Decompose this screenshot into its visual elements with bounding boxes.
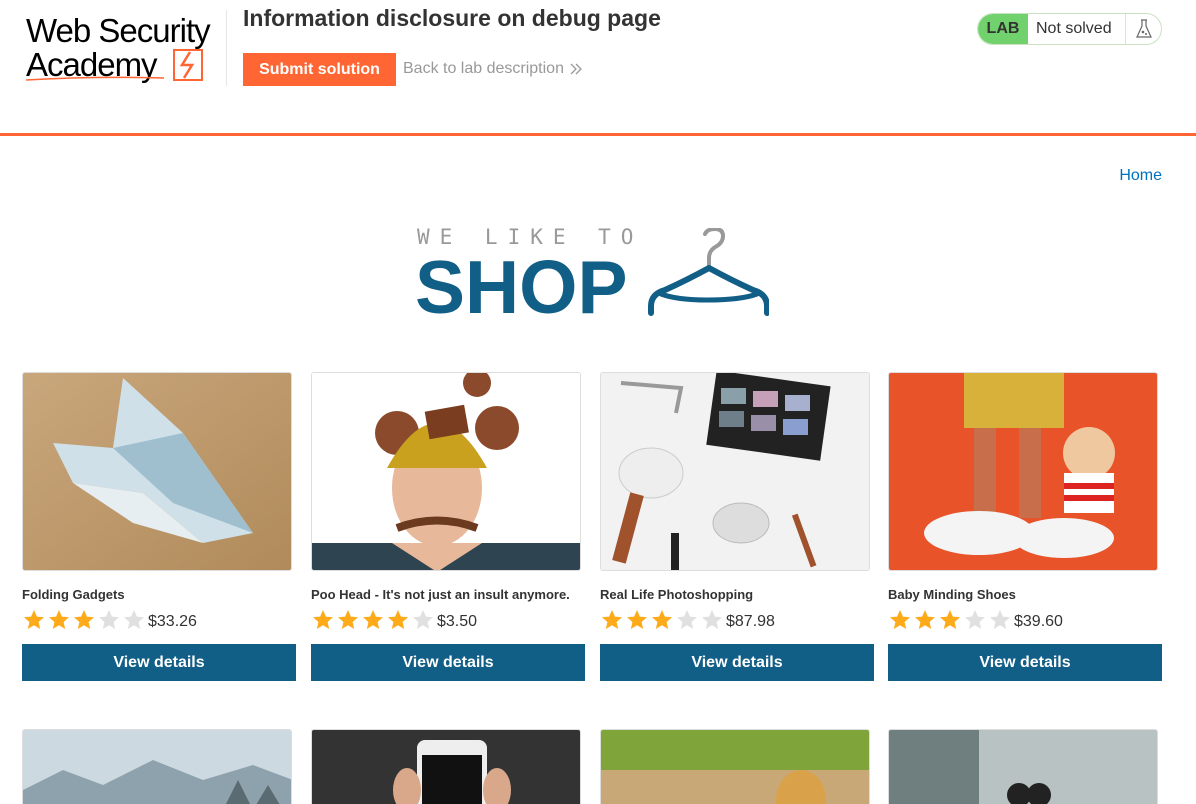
- flask-icon: [1125, 14, 1161, 44]
- lab-status-text: Not solved: [1036, 20, 1112, 37]
- view-details-button[interactable]: View details: [22, 644, 296, 681]
- product-name: Poo Head - It's not just an insult anymo…: [311, 587, 570, 602]
- product-card: Baby Minding Shoes $39.60 View details: [888, 372, 1162, 681]
- product-name: Baby Minding Shoes: [888, 587, 1016, 602]
- lab-badge: LAB: [978, 14, 1028, 44]
- product-name: Real Life Photoshopping: [600, 587, 754, 602]
- back-to-lab-description-link[interactable]: Back to lab description: [403, 60, 583, 78]
- star-filled-icon: [602, 610, 622, 629]
- star-rating: [22, 608, 146, 632]
- star-filled-icon: [915, 610, 935, 629]
- star-rating: [311, 608, 435, 632]
- star-empty-icon: [965, 610, 985, 629]
- product-price: $39.60: [1014, 613, 1063, 630]
- star-filled-icon: [313, 610, 333, 629]
- star-filled-icon: [74, 610, 94, 629]
- submit-solution-button[interactable]: Submit solution: [243, 53, 396, 86]
- product-image[interactable]: [311, 372, 581, 571]
- product-image[interactable]: [888, 372, 1158, 571]
- banner-big-text: SHOP: [415, 245, 628, 329]
- star-empty-icon: [990, 610, 1010, 629]
- star-filled-icon: [890, 610, 910, 629]
- product-image[interactable]: [22, 729, 292, 804]
- product-card: Poo Head - It's not just an insult anymo…: [311, 372, 585, 681]
- star-empty-icon: [702, 610, 722, 629]
- star-empty-icon: [99, 610, 119, 629]
- star-empty-icon: [413, 610, 433, 629]
- star-rating: [888, 608, 1012, 632]
- product-image[interactable]: [600, 729, 870, 804]
- star-filled-icon: [363, 610, 383, 629]
- star-filled-icon: [388, 610, 408, 629]
- view-details-button[interactable]: View details: [888, 644, 1162, 681]
- product-price: $87.98: [726, 613, 775, 630]
- star-rating: [600, 608, 724, 632]
- product-card: Real Life Photoshopping $87.98 View deta…: [600, 372, 874, 681]
- view-details-button[interactable]: View details: [311, 644, 585, 681]
- shop-banner: WE LIKE TO SHOP: [415, 225, 775, 329]
- nav-home-link[interactable]: Home: [1119, 167, 1162, 185]
- product-card: Folding Gadgets $33.26 View details: [22, 372, 296, 681]
- lab-status-widget: LAB Not solved: [977, 13, 1162, 45]
- product-image[interactable]: [311, 729, 581, 804]
- back-link-label: Back to lab description: [403, 60, 564, 77]
- product-image[interactable]: [888, 729, 1158, 804]
- star-filled-icon: [338, 610, 358, 629]
- lab-title: Information disclosure on debug page: [243, 5, 661, 31]
- academy-header: Web Security Academy Information disclos…: [0, 0, 1196, 136]
- product-price: $33.26: [148, 613, 197, 630]
- product-image[interactable]: [22, 372, 292, 571]
- star-filled-icon: [627, 610, 647, 629]
- product-price: $3.50: [437, 613, 478, 630]
- star-filled-icon: [49, 610, 69, 629]
- product-name: Folding Gadgets: [22, 587, 125, 602]
- star-empty-icon: [677, 610, 697, 629]
- star-filled-icon: [24, 610, 44, 629]
- logo-line1: Web Security: [26, 12, 211, 49]
- double-chevron-right-icon: [570, 63, 582, 75]
- star-filled-icon: [940, 610, 960, 629]
- product-image[interactable]: [600, 372, 870, 571]
- web-security-academy-logo[interactable]: Web Security Academy: [24, 10, 224, 86]
- logo-divider: [226, 10, 227, 86]
- star-empty-icon: [124, 610, 144, 629]
- clothes-hanger-icon: [648, 228, 769, 316]
- view-details-button[interactable]: View details: [600, 644, 874, 681]
- star-filled-icon: [652, 610, 672, 629]
